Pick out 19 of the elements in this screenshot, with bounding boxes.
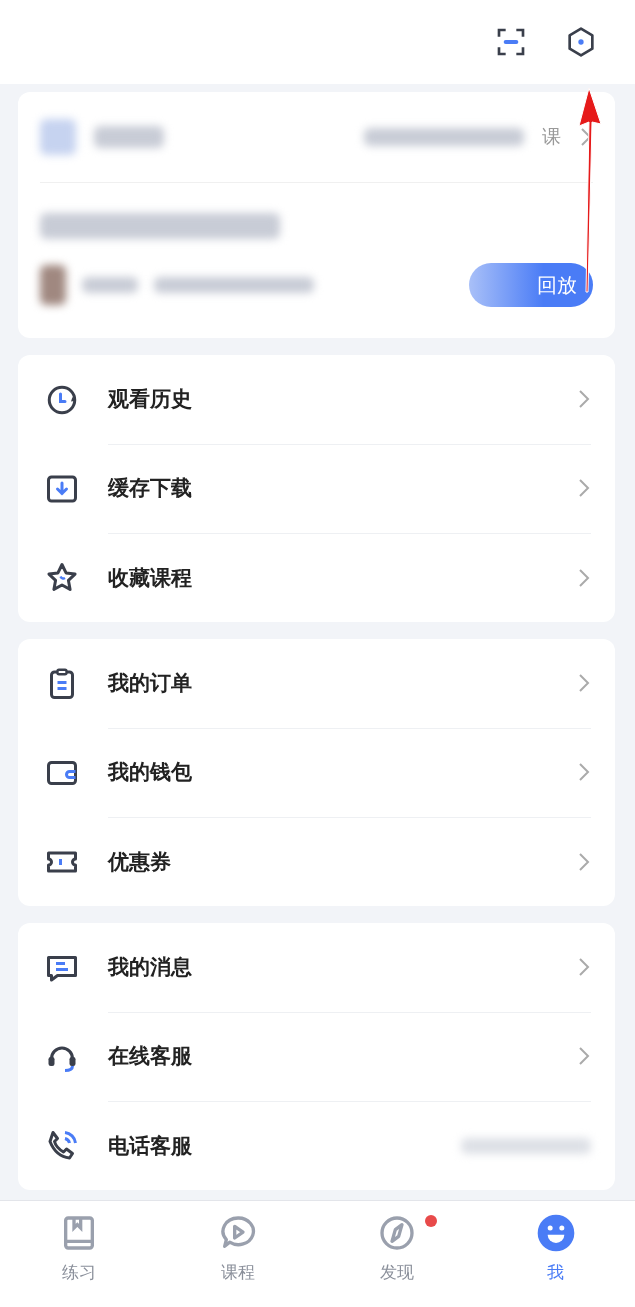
scan-icon[interactable]: [495, 26, 527, 58]
menu-item[interactable]: 观看历史: [108, 385, 577, 413]
course-card[interactable]: 课 回放: [18, 92, 615, 338]
tab[interactable]: 我: [476, 1201, 635, 1307]
settings-icon[interactable]: [565, 26, 597, 58]
menu-item[interactable]: 缓存下载: [108, 474, 577, 502]
tab-icon: [535, 1213, 576, 1253]
blurred-avatar: [40, 119, 76, 155]
menu-item[interactable]: 优惠券: [108, 847, 577, 876]
blurred-avatar: [40, 265, 66, 305]
menu-item[interactable]: 电话客服: [108, 1131, 461, 1160]
menu-item[interactable]: 我的钱包: [108, 758, 577, 786]
menu-item[interactable]: 在线客服: [108, 1042, 577, 1070]
blurred-text: [94, 126, 164, 148]
menu-item[interactable]: 我的订单: [108, 669, 577, 697]
menu-item[interactable]: 收藏课程: [108, 563, 577, 592]
blurred-text: [82, 277, 138, 293]
replay-button[interactable]: 回放: [469, 263, 593, 307]
menu-item[interactable]: 我的消息: [108, 953, 577, 981]
